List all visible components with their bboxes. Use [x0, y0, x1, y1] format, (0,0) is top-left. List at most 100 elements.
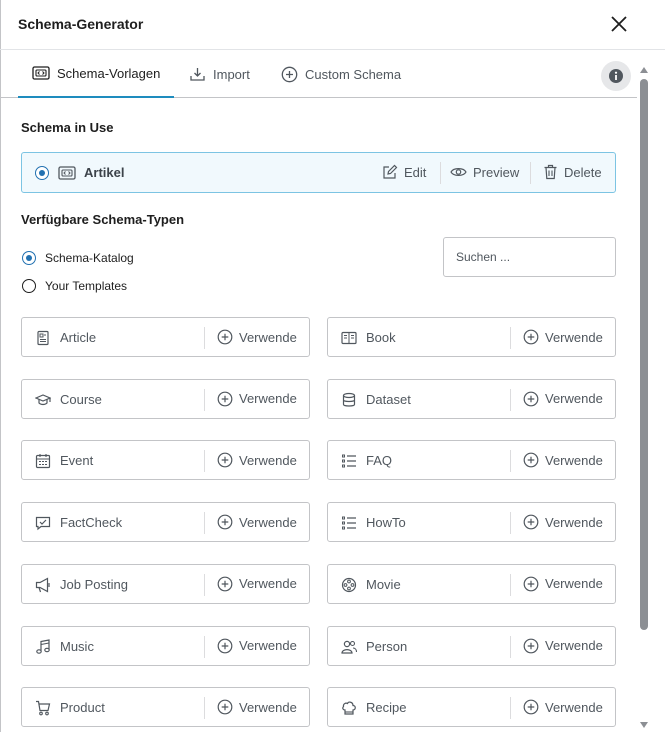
tab-schema-vorlagen[interactable]: Schema-Vorlagen — [18, 50, 174, 98]
use-label: Verwende — [545, 329, 603, 345]
divider — [510, 327, 511, 349]
use-faq-button[interactable]: Verwende — [523, 452, 603, 468]
cart-icon — [36, 701, 51, 716]
divider — [510, 450, 511, 473]
search-input[interactable] — [443, 237, 616, 277]
book-icon — [341, 331, 357, 345]
plus-circle-icon — [523, 329, 539, 345]
use-label: Verwende — [545, 576, 603, 592]
tab-custom-schema[interactable]: Custom Schema — [281, 50, 401, 98]
schema-card-label: Product — [60, 700, 105, 716]
schema-card-faq: FAQ Verwende — [327, 440, 616, 481]
use-label: Verwende — [239, 638, 297, 653]
use-label: Verwende — [545, 699, 603, 715]
use-label: Verwende — [239, 514, 297, 530]
import-icon — [190, 68, 205, 81]
use-music-button[interactable]: Verwende — [217, 638, 297, 654]
schema-katalog-label: Schema-Katalog — [45, 251, 134, 265]
use-person-button[interactable]: Verwende — [523, 638, 603, 654]
use-label: Verwende — [239, 699, 297, 715]
divider — [510, 573, 511, 596]
plus-circle-icon — [217, 514, 233, 530]
use-recipe-button[interactable]: Verwende — [523, 699, 603, 715]
divider — [204, 450, 205, 473]
divider — [204, 635, 205, 658]
plus-circle-icon — [217, 391, 233, 407]
plus-circle-icon — [523, 391, 539, 407]
chef-hat-icon — [342, 701, 356, 715]
list-icon — [342, 454, 356, 468]
schema-card-label: HowTo — [366, 515, 406, 531]
use-factcheck-button[interactable]: Verwende — [217, 514, 297, 530]
use-book-button[interactable]: Verwende — [523, 329, 603, 345]
divider — [204, 573, 205, 596]
use-product-button[interactable]: Verwende — [217, 699, 297, 715]
use-movie-button[interactable]: Verwende — [523, 576, 603, 592]
delete-label: Delete — [564, 164, 602, 180]
schema-card-article: Article Verwende — [21, 317, 310, 357]
schema-card-label: FAQ — [366, 453, 393, 469]
use-label: Verwende — [545, 452, 603, 468]
people-icon — [341, 640, 357, 654]
plus-circle-icon — [523, 638, 539, 653]
close-button[interactable] — [606, 11, 632, 37]
modal-content: Schema in Use Artikel Edit Preview Delet… — [0, 98, 637, 732]
schema-katalog-radio[interactable] — [22, 251, 36, 265]
scrollbar[interactable] — [637, 50, 651, 732]
schema-card-factcheck: FactCheck Verwende — [21, 502, 310, 543]
article-icon — [37, 330, 49, 346]
plus-circle-icon — [217, 699, 233, 715]
edit-icon — [383, 164, 398, 179]
schema-card-person: Person Verwende — [327, 625, 616, 666]
your-templates-radio[interactable] — [22, 279, 36, 293]
trash-icon — [544, 164, 557, 180]
music-note-icon — [36, 638, 50, 654]
preview-button[interactable]: Preview — [450, 164, 519, 180]
use-howto-button[interactable]: Verwende — [523, 514, 603, 530]
schema-card-course: Course Verwende — [21, 378, 310, 419]
close-icon — [611, 16, 627, 32]
schema-card-product: Product Verwende — [21, 687, 310, 728]
edit-button[interactable]: Edit — [382, 164, 426, 180]
use-label: Verwende — [239, 452, 297, 468]
tab-label: Schema-Vorlagen — [57, 65, 161, 81]
plus-circle-icon — [523, 699, 539, 715]
tab-label: Custom Schema — [305, 66, 402, 82]
schema-card-label: Music — [60, 638, 94, 654]
plus-circle-icon — [217, 329, 233, 345]
scroll-thumb[interactable] — [640, 79, 648, 630]
plus-circle-icon — [523, 452, 539, 468]
schema-card-label: Event — [60, 453, 94, 469]
use-label: Verwende — [545, 391, 603, 407]
use-event-button[interactable]: Verwende — [217, 452, 297, 468]
megaphone-icon — [35, 577, 50, 593]
scroll-down-arrow[interactable] — [640, 722, 648, 728]
divider — [530, 162, 531, 184]
tab-bar: Schema-Vorlagen Import Custom Schema — [0, 50, 637, 98]
use-label: Verwende — [239, 329, 297, 345]
divider — [204, 388, 205, 411]
available-schema-heading: Verfügbare Schema-Typen — [21, 212, 185, 227]
plus-circle-icon — [523, 576, 539, 592]
use-label: Verwende — [545, 514, 603, 530]
scroll-up-arrow[interactable] — [640, 67, 648, 73]
schema-card-music: Music Verwende — [21, 625, 310, 666]
use-job-posting-button[interactable]: Verwende — [217, 576, 297, 592]
in-use-radio[interactable] — [35, 166, 49, 180]
modal-title: Schema-Generator — [18, 16, 144, 32]
fact-check-icon — [35, 516, 51, 531]
divider — [510, 388, 511, 411]
tab-label: Import — [213, 66, 250, 82]
delete-button[interactable]: Delete — [543, 164, 602, 180]
calendar-icon — [35, 454, 51, 469]
use-article-button[interactable]: Verwende — [217, 329, 297, 345]
schema-icon — [58, 166, 76, 180]
use-course-button[interactable]: Verwende — [217, 391, 297, 407]
plus-circle-icon — [217, 452, 233, 468]
info-button[interactable] — [601, 61, 631, 91]
tab-import[interactable]: Import — [189, 50, 250, 98]
plus-circle-icon — [281, 66, 298, 82]
graduation-cap-icon — [35, 394, 51, 405]
use-dataset-button[interactable]: Verwende — [523, 391, 603, 407]
divider — [510, 697, 511, 720]
